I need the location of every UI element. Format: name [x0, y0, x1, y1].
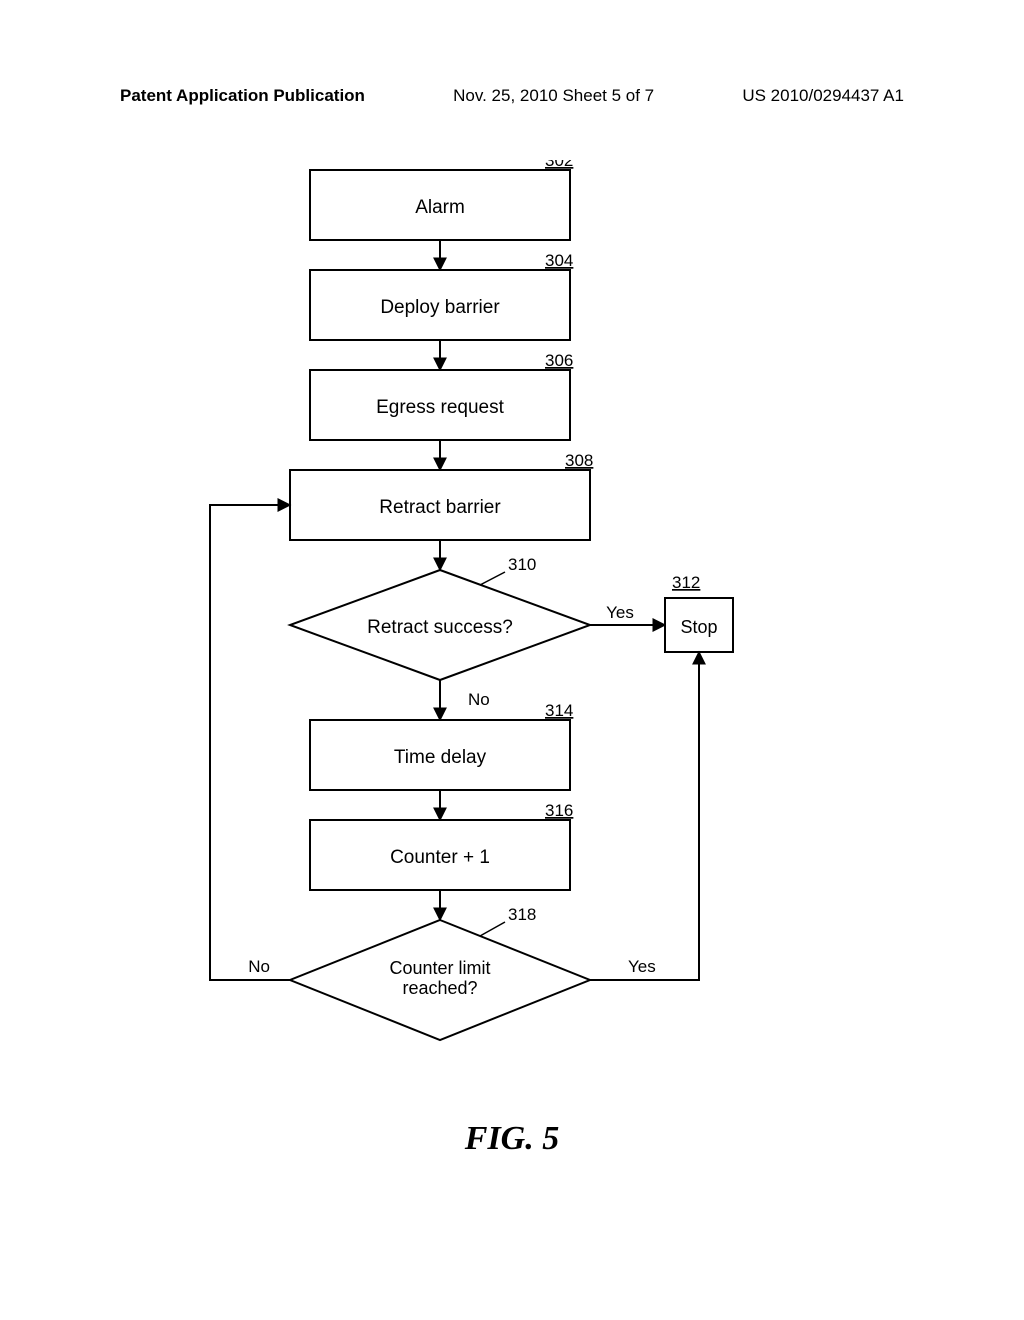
figure-label: FIG. 5: [0, 1120, 1024, 1158]
node-limit-label-l1: Counter limit: [389, 958, 490, 978]
node-limit-ref: 318: [508, 905, 536, 924]
node-deploy-ref: 304: [545, 251, 573, 270]
edge-310-yes-label: Yes: [606, 603, 634, 622]
node-retract-ref: 308: [565, 451, 593, 470]
node-stop-label: Stop: [680, 617, 717, 637]
header-left: Patent Application Publication: [120, 86, 365, 106]
node-limit-label-l2: reached?: [402, 978, 477, 998]
node-alarm-ref: 302: [545, 160, 573, 170]
edge-318-yes-label: Yes: [628, 957, 656, 976]
edge-318-yes-to-stop: [590, 652, 699, 980]
node-alarm-label: Alarm: [415, 197, 465, 218]
node-counter-ref: 316: [545, 801, 573, 820]
node-time-delay-ref: 314: [545, 701, 573, 720]
flowchart: Alarm 302 Deploy barrier 304 Egress requ…: [0, 160, 1024, 1160]
ref-leader-310: [480, 572, 505, 585]
node-counter-label: Counter + 1: [390, 847, 490, 868]
ref-leader-318: [480, 922, 505, 936]
node-stop-ref: 312: [672, 573, 700, 592]
node-egress-ref: 306: [545, 351, 573, 370]
page-header: Patent Application Publication Nov. 25, …: [0, 86, 1024, 106]
edge-310-no-label: No: [468, 690, 490, 709]
node-retract-success-label: Retract success?: [367, 617, 513, 638]
node-egress-label: Egress request: [376, 397, 505, 418]
header-right: US 2010/0294437 A1: [742, 86, 904, 106]
edge-318-no-label: No: [248, 957, 270, 976]
header-center: Nov. 25, 2010 Sheet 5 of 7: [453, 86, 654, 106]
node-deploy-label: Deploy barrier: [380, 297, 500, 318]
node-retract-label: Retract barrier: [379, 497, 501, 518]
node-time-delay-label: Time delay: [394, 747, 487, 768]
edge-318-no-loop: [210, 505, 290, 980]
node-retract-success-ref: 310: [508, 555, 536, 574]
